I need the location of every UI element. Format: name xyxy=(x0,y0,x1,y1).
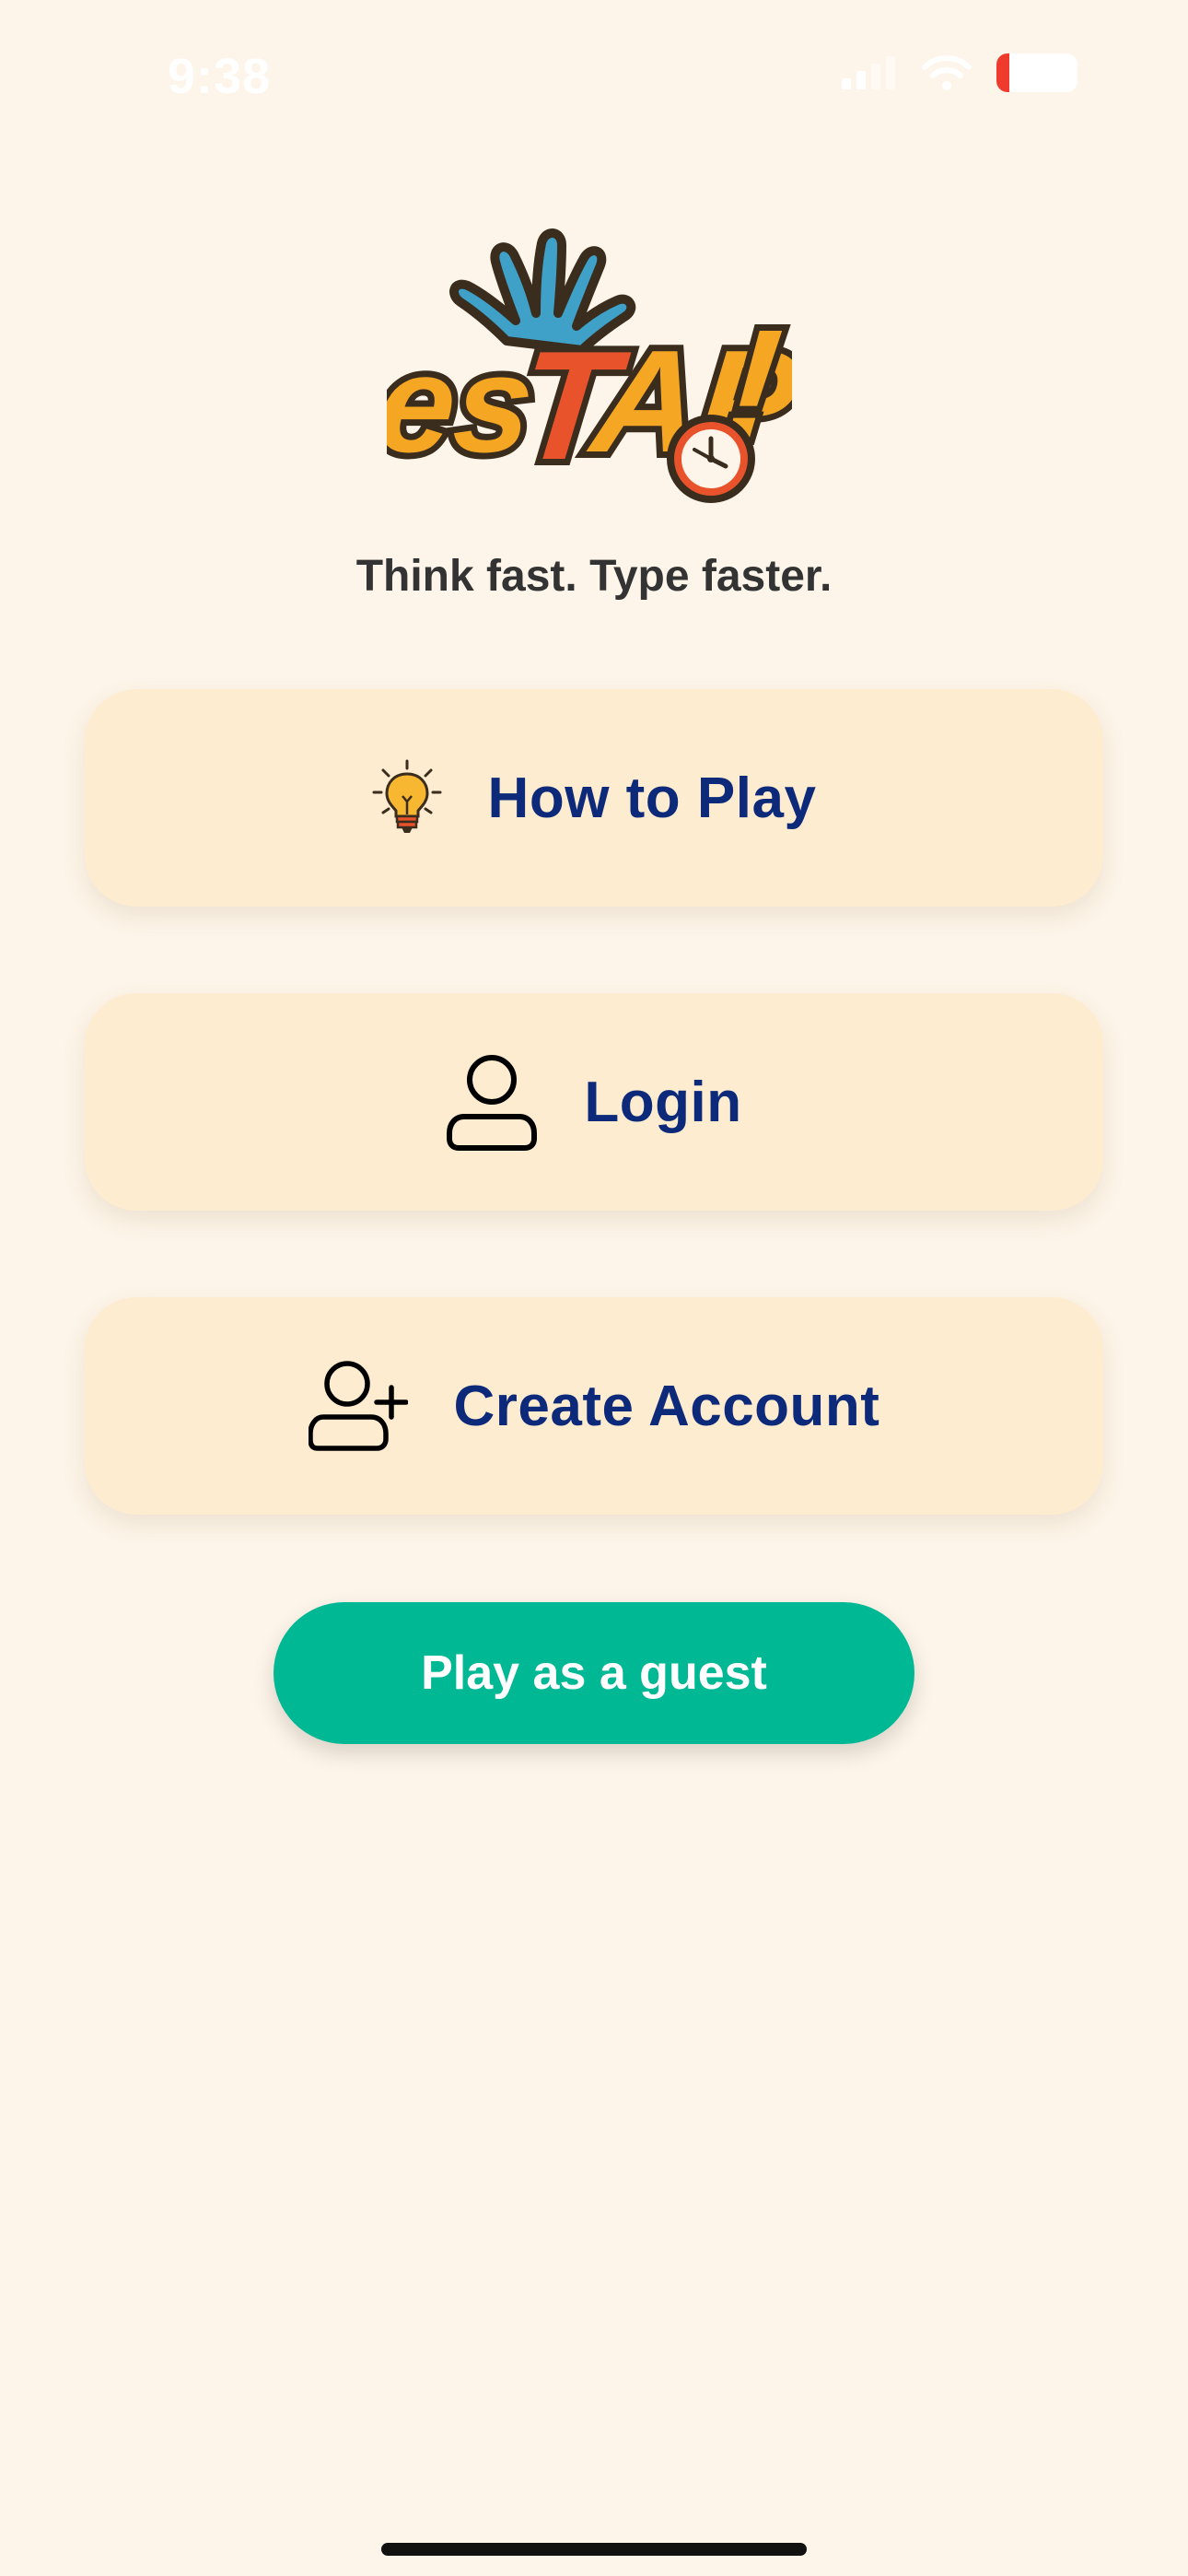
user-icon xyxy=(447,1055,538,1151)
clock-icon xyxy=(667,415,755,503)
status-icons: 16 xyxy=(842,53,1077,92)
cellular-signal-icon xyxy=(842,56,895,89)
status-bar: 9:38 16 xyxy=(0,0,1188,147)
play-as-guest-button[interactable]: Play as a guest xyxy=(274,1602,914,1744)
how-to-play-label: How to Play xyxy=(487,766,817,830)
user-plus-icon xyxy=(308,1361,408,1451)
how-to-play-button[interactable]: How to Play xyxy=(85,689,1103,907)
tagline: Think fast. Type faster. xyxy=(355,552,833,601)
lightbulb-icon xyxy=(372,759,442,833)
create-account-button[interactable]: Create Account xyxy=(85,1297,1103,1515)
app-logo: es T AP ! xyxy=(364,221,812,516)
login-label: Login xyxy=(584,1070,742,1134)
status-time: 9:38 xyxy=(168,49,272,104)
battery-icon: 16 xyxy=(996,53,1077,92)
battery-level: 16 xyxy=(1021,57,1053,88)
login-button[interactable]: Login xyxy=(85,993,1103,1211)
play-as-guest-label: Play as a guest xyxy=(421,1646,767,1700)
wifi-icon xyxy=(922,55,972,90)
create-account-label: Create Account xyxy=(453,1374,880,1438)
home-indicator[interactable] xyxy=(381,2543,807,2556)
